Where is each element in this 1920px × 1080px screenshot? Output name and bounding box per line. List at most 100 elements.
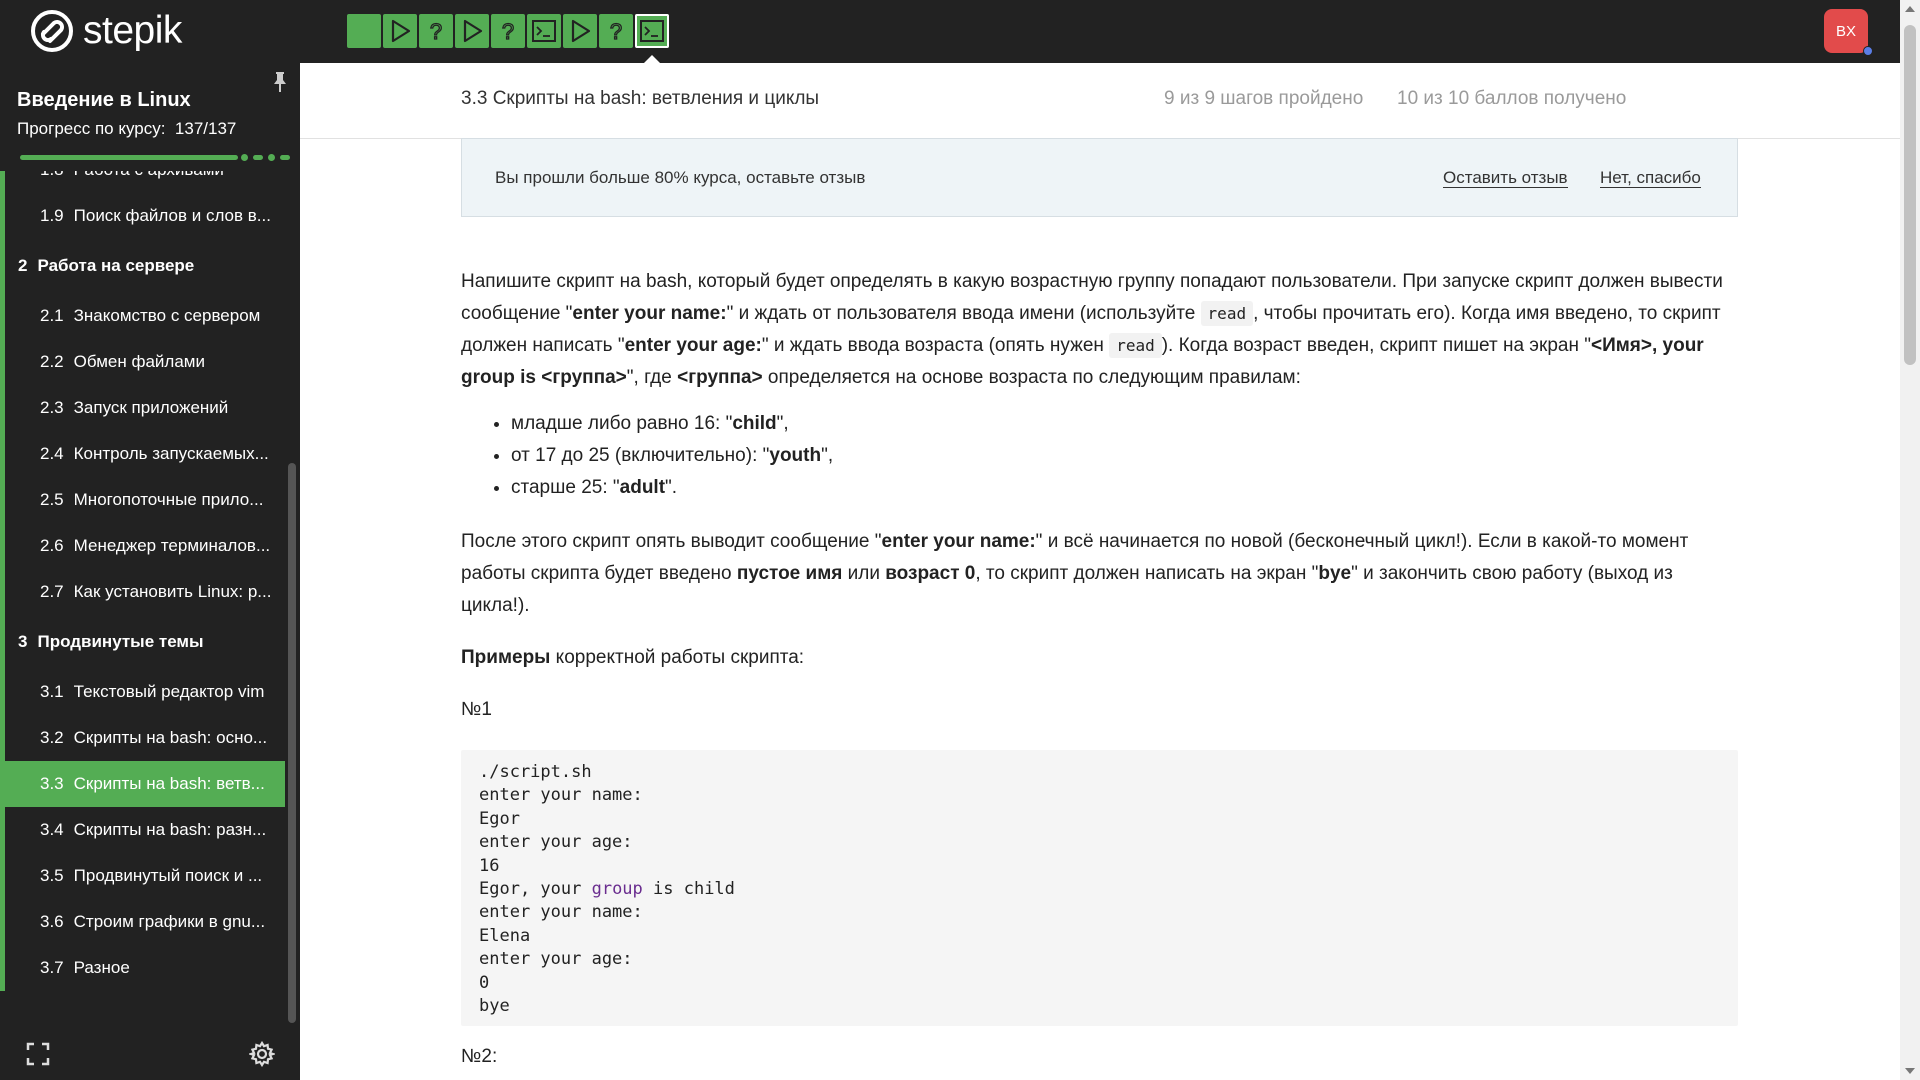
toc-label: Скрипты на bash: ветв... <box>73 774 265 793</box>
progress-dots <box>241 154 290 161</box>
top-bar: stepik ??? BX <box>0 0 1920 64</box>
progress-bar <box>20 154 290 161</box>
terminal-icon <box>531 18 557 44</box>
terminal-icon <box>639 18 665 44</box>
age-rules-list: младше либо равно 16: "child", от 17 до … <box>511 408 1741 504</box>
step-3-quiz[interactable]: ? <box>419 14 453 48</box>
toc-label: Продвинутый поиск и ... <box>73 866 263 885</box>
toc-section-2[interactable]: 2 Работа на сервере <box>0 239 285 293</box>
page-scrollbar[interactable] <box>1900 0 1920 1080</box>
sidebar-item-3-4[interactable]: 3.4 Скрипты на bash: разн... <box>0 807 285 853</box>
step-7-video[interactable] <box>563 14 597 48</box>
progress-label: Прогресс по курсу: <box>17 119 166 138</box>
code-line: Egor, your group is child <box>479 879 735 900</box>
toc-label: Обмен файлами <box>73 352 205 371</box>
toc-number: 1.8 <box>40 171 64 193</box>
lesson-title: 3.3 Скрипты на bash: ветвления и циклы <box>461 88 820 109</box>
task-paragraph-3: Примеры корректной работы скрипта: <box>461 647 805 668</box>
question-icon: ? <box>603 18 629 44</box>
toc-number: 2.5 <box>40 490 64 509</box>
code-line: enter your name: <box>479 902 643 923</box>
course-sidebar: Введение в Linux Прогресс по курсу: 137/… <box>0 63 300 1080</box>
leave-review-link[interactable]: Оставить отзыв <box>1443 168 1568 188</box>
scroll-up-arrow-icon[interactable] <box>1905 6 1915 12</box>
brand-name: stepik <box>83 9 182 52</box>
sidebar-item-3-1[interactable]: 3.1 Текстовый редактор vim <box>0 669 285 715</box>
play-icon <box>459 18 485 44</box>
toc-number: 2 <box>18 256 28 275</box>
sidebar-item-2-6[interactable]: 2.6 Менеджер терминалов... <box>0 523 285 569</box>
toc-label: Строим графики в gnu... <box>73 912 266 931</box>
sidebar-scrollbar[interactable] <box>288 463 296 1023</box>
toc-label: Менеджер терминалов... <box>73 536 271 555</box>
toc-number: 2.6 <box>40 536 64 555</box>
step-1-text[interactable] <box>347 14 381 48</box>
example-1-label: №1 <box>461 699 492 720</box>
step-5-quiz[interactable]: ? <box>491 14 525 48</box>
sidebar-footer <box>0 1028 300 1080</box>
toc-label: Как установить Linux: р... <box>73 582 272 601</box>
toc-number: 3.7 <box>40 958 64 977</box>
progress-value: 137/137 <box>174 119 237 138</box>
list-item: младше либо равно 16: "child", <box>511 408 1741 440</box>
toc-number: 2.4 <box>40 444 64 463</box>
progress-fill <box>20 155 238 160</box>
toc-label: Поиск файлов и слов в... <box>73 206 271 225</box>
svg-text:?: ? <box>430 19 442 44</box>
task-paragraph-2: После этого скрипт опять выводит сообщен… <box>461 531 1689 616</box>
sidebar-item-3-3[interactable]: 3.3 Скрипты на bash: ветв... <box>0 761 285 807</box>
play-icon <box>387 18 413 44</box>
scrollbar-thumb[interactable] <box>1904 25 1916 365</box>
toc-label: Разное <box>73 958 130 977</box>
question-icon: ? <box>423 18 449 44</box>
toc-label: Контроль запускаемых... <box>73 444 269 463</box>
sidebar-item-1-9[interactable]: 1.9 Поиск файлов и слов в... <box>0 193 285 239</box>
toc-number: 2.7 <box>40 582 64 601</box>
code-line: ./script.sh <box>479 762 592 782</box>
code-line: enter your age: <box>479 832 633 853</box>
inline-code: read <box>1200 301 1254 326</box>
step-9-code[interactable] <box>635 14 669 64</box>
gear-icon[interactable] <box>249 1041 275 1067</box>
fullscreen-icon[interactable] <box>26 1042 50 1066</box>
scroll-down-arrow-icon[interactable] <box>1905 1068 1915 1074</box>
toc-label: Работа с архивами <box>74 171 224 179</box>
sidebar-item-2-5[interactable]: 2.5 Многопоточные прило... <box>0 477 285 523</box>
step-8-quiz[interactable]: ? <box>599 14 633 48</box>
lesson-header: 3.3 Скрипты на bash: ветвления и циклы 9… <box>300 63 1900 139</box>
list-item: от 17 до 25 (включительно): "youth", <box>511 440 1741 472</box>
inline-code: read <box>1109 333 1162 358</box>
sidebar-item-2-4[interactable]: 2.4 Контроль запускаемых... <box>0 431 285 477</box>
step-6-code[interactable] <box>527 14 561 48</box>
example-2-label: №2: <box>461 1046 498 1067</box>
sidebar-item-3-5[interactable]: 3.5 Продвинутый поиск и ... <box>0 853 285 899</box>
sidebar-item-2-7[interactable]: 2.7 Как установить Linux: р... <box>0 569 285 615</box>
sidebar-item-3-2[interactable]: 3.2 Скрипты на bash: осно... <box>0 715 285 761</box>
stepik-logo[interactable]: stepik <box>30 9 182 53</box>
code-line: bye <box>479 996 510 1017</box>
code-line: enter your age: <box>479 949 633 970</box>
toc-section-3[interactable]: 3 Продвинутые темы <box>0 615 285 669</box>
decline-review-link[interactable]: Нет, спасибо <box>1600 168 1701 188</box>
step-4-video[interactable] <box>455 14 489 48</box>
avatar-initials: BX <box>1835 22 1856 40</box>
task-paragraph-1: Напишите скрипт на bash, который будет о… <box>461 271 1723 388</box>
sidebar-item-2-1[interactable]: 2.1 Знакомство с сервером <box>0 293 285 339</box>
toc-label: Текстовый редактор vim <box>73 682 265 701</box>
question-icon: ? <box>495 18 521 44</box>
sidebar-item-2-2[interactable]: 2.2 Обмен файлами <box>0 339 285 385</box>
sidebar-item-2-3[interactable]: 2.3 Запуск приложений <box>0 385 285 431</box>
toc-label: Скрипты на bash: осно... <box>73 728 268 747</box>
user-avatar[interactable]: BX <box>1824 9 1873 56</box>
toc-label: Многопоточные прило... <box>73 490 264 509</box>
sidebar-item-1-8[interactable]: 1.8 Работа с архивами <box>0 171 285 193</box>
pin-icon[interactable] <box>271 71 289 93</box>
play-icon <box>567 18 593 44</box>
sidebar-item-3-7[interactable]: 3.7 Разное <box>0 945 285 991</box>
toc-number: 3.3 <box>40 774 64 793</box>
toc-number: 3.5 <box>40 866 64 885</box>
course-title[interactable]: Введение в Linux <box>17 89 191 112</box>
sidebar-item-3-6[interactable]: 3.6 Строим графики в gnu... <box>0 899 285 945</box>
step-2-video[interactable] <box>383 14 417 48</box>
code-example-1: ./script.sh enter your name: Egor enter you… <box>461 750 1738 1026</box>
